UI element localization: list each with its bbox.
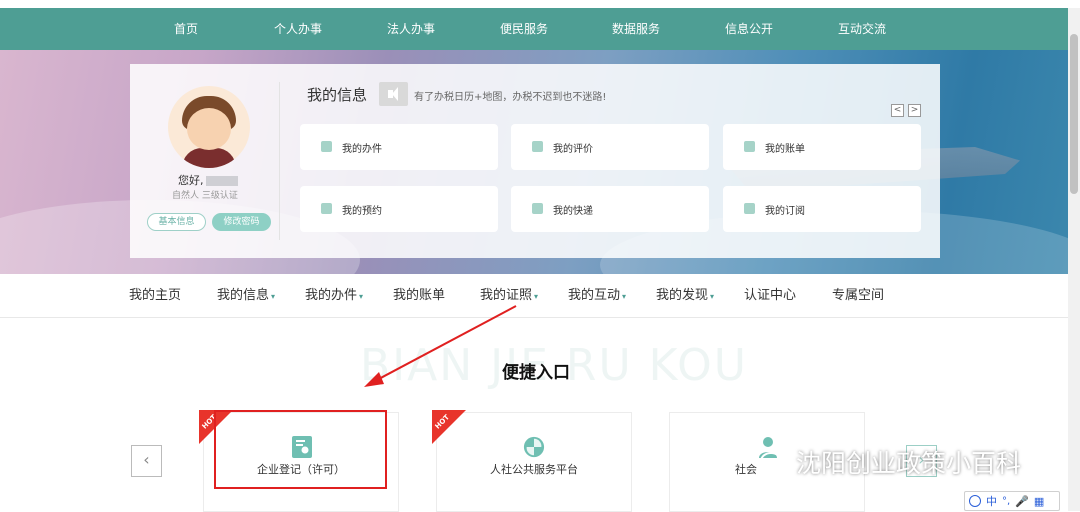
nav-item-convenience[interactable]: 便民服务 xyxy=(479,8,569,50)
subscription-icon xyxy=(744,203,755,214)
subnav-label: 我的信息 xyxy=(217,288,270,303)
wechat-icon xyxy=(760,452,789,474)
my-info-title: 我的信息 xyxy=(307,86,368,104)
nav-item-data[interactable]: 数据服务 xyxy=(591,8,681,50)
nav-item-disclosure[interactable]: 信息公开 xyxy=(704,8,794,50)
grid-icon[interactable]: ▦ xyxy=(1034,495,1044,508)
hot-badge: HOT xyxy=(432,410,466,444)
speaker-icon[interactable] xyxy=(379,82,408,106)
review-icon xyxy=(532,141,543,152)
subnav-home[interactable]: 我的主页 xyxy=(129,274,181,318)
punctuation-icon[interactable]: °, xyxy=(1002,496,1010,507)
subnav-label: 认证中心 xyxy=(744,288,797,303)
card-label: 我的办件 xyxy=(342,144,382,155)
subnav-label: 专属空间 xyxy=(832,288,885,303)
nav-item-personal[interactable]: 个人办事 xyxy=(253,8,343,50)
card-my-bills[interactable]: 我的账单 xyxy=(723,124,921,170)
subnav-my-interactions[interactable]: 我的互动 ▾ xyxy=(568,274,626,318)
next-arrow-icon[interactable]: > xyxy=(908,104,921,117)
package-icon xyxy=(532,203,543,214)
ime-logo-icon xyxy=(969,495,981,507)
caret-down-icon: ▾ xyxy=(359,292,364,301)
card-label: 我的账单 xyxy=(765,144,805,155)
card-label: 我的订阅 xyxy=(765,206,805,217)
caret-down-icon: ▾ xyxy=(271,292,276,301)
subnav-label: 我的互动 xyxy=(568,288,621,303)
card-label: 我的快递 xyxy=(553,206,593,217)
caret-down-icon: ▾ xyxy=(710,292,715,301)
subnav-label: 我的主页 xyxy=(129,288,182,303)
subnav-my-bills[interactable]: 我的账单 xyxy=(393,274,445,318)
prev-arrow-icon[interactable]: < xyxy=(891,104,904,117)
subnav-my-info[interactable]: 我的信息 ▾ xyxy=(217,274,275,318)
card-my-delivery[interactable]: 我的快递 xyxy=(511,186,709,232)
watermark-text: 沈阳创业政策小百科 xyxy=(796,449,1022,478)
vertical-scrollbar[interactable] xyxy=(1068,8,1080,511)
caret-down-icon: ▾ xyxy=(534,292,539,301)
subnav-my-cases[interactable]: 我的办件 ▾ xyxy=(305,274,363,318)
card-my-subscriptions[interactable]: 我的订阅 xyxy=(723,186,921,232)
user-avatar xyxy=(168,86,250,168)
subnav-exclusive-space[interactable]: 专属空间 xyxy=(832,274,884,318)
caret-down-icon: ▾ xyxy=(622,292,627,301)
ime-toolbar[interactable]: 中 °, 🎤 ▦ xyxy=(964,491,1060,511)
nav-item-interaction[interactable]: 互动交流 xyxy=(817,8,907,50)
subnav-label: 我的证照 xyxy=(480,288,533,303)
inbox-icon xyxy=(321,141,332,152)
quick-card-label: 人社公共服务平台 xyxy=(490,463,578,476)
subnav-my-licenses[interactable]: 我的证照 ▾ xyxy=(480,274,538,318)
basic-info-button[interactable]: 基本信息 xyxy=(147,213,206,231)
card-my-appointments[interactable]: 我的预约 xyxy=(300,186,498,232)
carousel-prev-button[interactable]: ‹ xyxy=(131,445,162,477)
scrollbar-thumb[interactable] xyxy=(1070,34,1078,194)
auth-level: 自然人 三级认证 xyxy=(172,191,238,201)
nav-item-home[interactable]: 首页 xyxy=(141,8,231,50)
card-label: 我的评价 xyxy=(553,144,593,155)
ime-language[interactable]: 中 xyxy=(986,493,997,509)
card-my-cases[interactable]: 我的办件 xyxy=(300,124,498,170)
subnav-auth-center[interactable]: 认证中心 xyxy=(744,274,796,318)
pinwheel-icon xyxy=(523,436,545,458)
subnav-label: 我的发现 xyxy=(656,288,709,303)
card-my-reviews[interactable]: 我的评价 xyxy=(511,124,709,170)
panel-divider xyxy=(279,82,280,240)
bill-icon xyxy=(744,141,755,152)
microphone-icon[interactable]: 🎤 xyxy=(1015,495,1029,508)
subnav-label: 我的办件 xyxy=(305,288,358,303)
greeting: 您好, xyxy=(178,172,238,188)
subnav-label: 我的账单 xyxy=(393,288,446,303)
top-nav-bar: 首页 个人办事 法人办事 便民服务 数据服务 信息公开 互动交流 xyxy=(0,8,1068,50)
sub-nav-bar: 我的主页 我的信息 ▾ 我的办件 ▾ 我的账单 我的证照 ▾ 我的互动 ▾ 我的发现 ▾ … xyxy=(0,274,1068,318)
info-tip: 有了办税日历+地图，办税不迟到也不迷路! xyxy=(414,92,607,103)
change-password-button[interactable]: 修改密码 xyxy=(212,213,271,231)
highlight-box xyxy=(214,410,387,489)
greeting-text: 您好, xyxy=(178,174,204,187)
card-label: 我的预约 xyxy=(342,206,382,217)
calendar-icon xyxy=(321,203,332,214)
quick-entry-title: 便捷入口 xyxy=(502,363,570,383)
nav-item-corporate[interactable]: 法人办事 xyxy=(366,8,456,50)
username-blurred xyxy=(205,176,238,186)
subnav-my-discoveries[interactable]: 我的发现 ▾ xyxy=(656,274,714,318)
